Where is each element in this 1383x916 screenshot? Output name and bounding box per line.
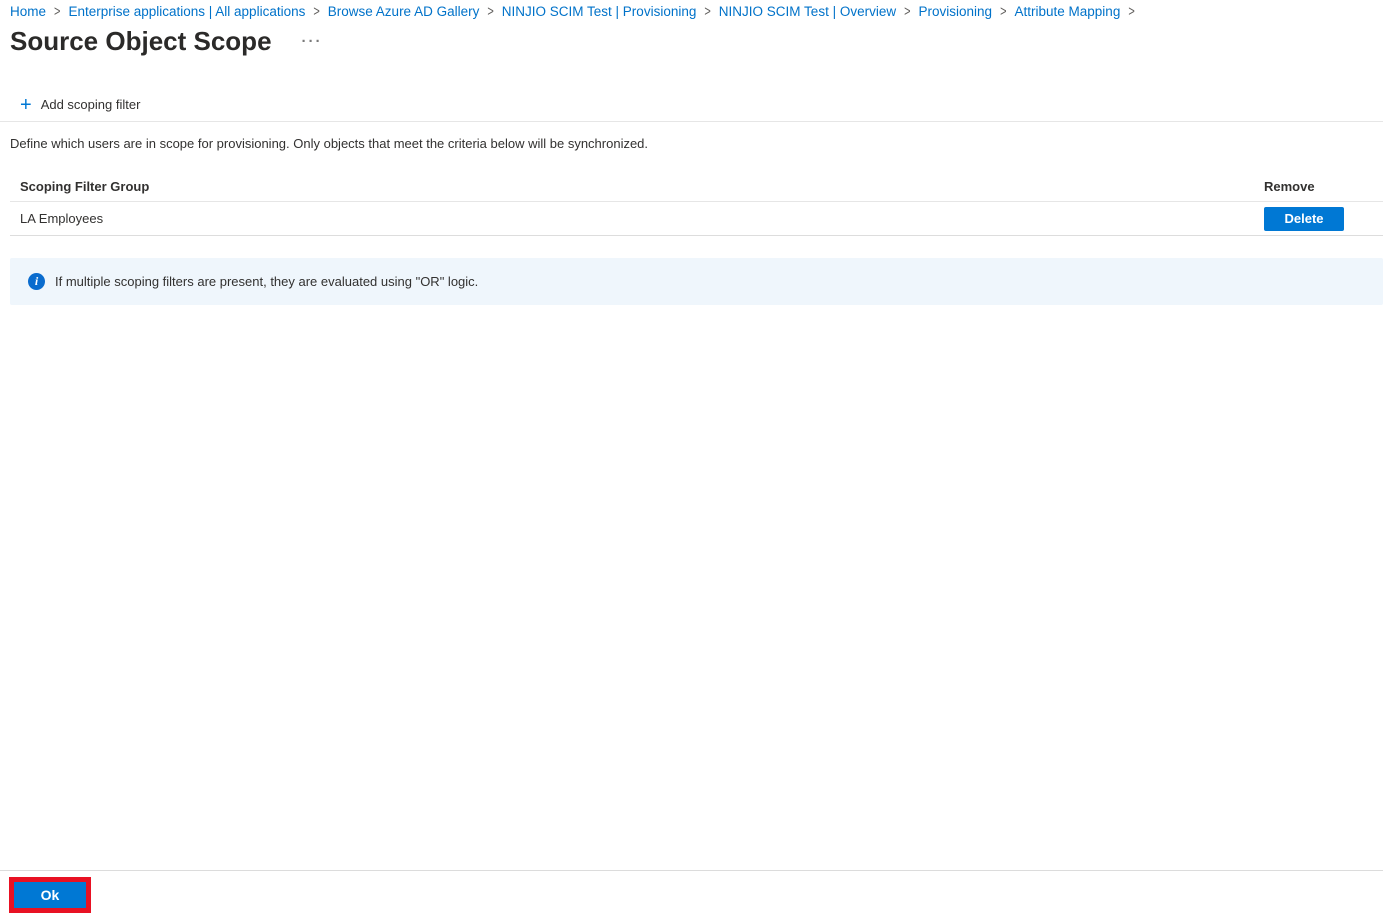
table-row-action-cell: Delete (1264, 206, 1344, 231)
info-banner-text: If multiple scoping filters are present,… (55, 274, 479, 289)
footer-divider (0, 870, 1383, 871)
breadcrumb-item-attribute-mapping[interactable]: Attribute Mapping (1015, 4, 1121, 19)
breadcrumb: Home > Enterprise applications | All app… (10, 3, 1135, 20)
column-header-remove: Remove (1264, 178, 1315, 194)
breadcrumb-separator-icon: > (1000, 3, 1007, 20)
breadcrumb-item-ninjio-scim-test-provisioning[interactable]: NINJIO SCIM Test | Provisioning (502, 4, 697, 19)
plus-icon: + (20, 93, 32, 116)
toolbar: + Add scoping filter (0, 88, 1383, 122)
breadcrumb-separator-icon: > (704, 3, 711, 20)
breadcrumb-item-home[interactable]: Home (10, 4, 46, 19)
info-icon: i (28, 273, 45, 290)
breadcrumb-separator-icon: > (904, 3, 911, 20)
page-title: Source Object Scope (10, 26, 272, 56)
page-description: Define which users are in scope for prov… (10, 136, 649, 151)
title-row: Source Object Scope ··· (10, 26, 323, 57)
info-banner: i If multiple scoping filters are presen… (10, 258, 1383, 305)
table-row: LA Employees Delete (10, 202, 1383, 236)
breadcrumb-item-provisioning[interactable]: Provisioning (919, 4, 993, 19)
scoping-filter-group-name: LA Employees (20, 211, 104, 226)
scoping-filter-table: Scoping Filter Group Remove LA Employees… (10, 171, 1383, 236)
delete-button[interactable]: Delete (1264, 206, 1344, 231)
breadcrumb-item-ninjio-scim-test-overview[interactable]: NINJIO SCIM Test | Overview (719, 4, 896, 19)
breadcrumb-separator-icon: > (54, 3, 61, 20)
annotation-highlight: Ok (9, 877, 91, 913)
breadcrumb-separator-icon: > (487, 3, 494, 20)
column-header-scoping-filter-group: Scoping Filter Group (20, 178, 150, 194)
add-scoping-filter-label: Add scoping filter (40, 97, 141, 112)
add-scoping-filter-button[interactable]: + Add scoping filter (20, 88, 140, 121)
breadcrumb-item-enterprise-applications[interactable]: Enterprise applications | All applicatio… (68, 4, 305, 19)
ok-button[interactable]: Ok (14, 882, 86, 908)
breadcrumb-item-browse-azure-ad-gallery[interactable]: Browse Azure AD Gallery (328, 4, 480, 19)
more-options-icon[interactable]: ··· (302, 34, 323, 49)
breadcrumb-separator-icon: > (1128, 3, 1135, 20)
breadcrumb-separator-icon: > (313, 3, 320, 20)
table-header-row: Scoping Filter Group Remove (10, 171, 1383, 202)
